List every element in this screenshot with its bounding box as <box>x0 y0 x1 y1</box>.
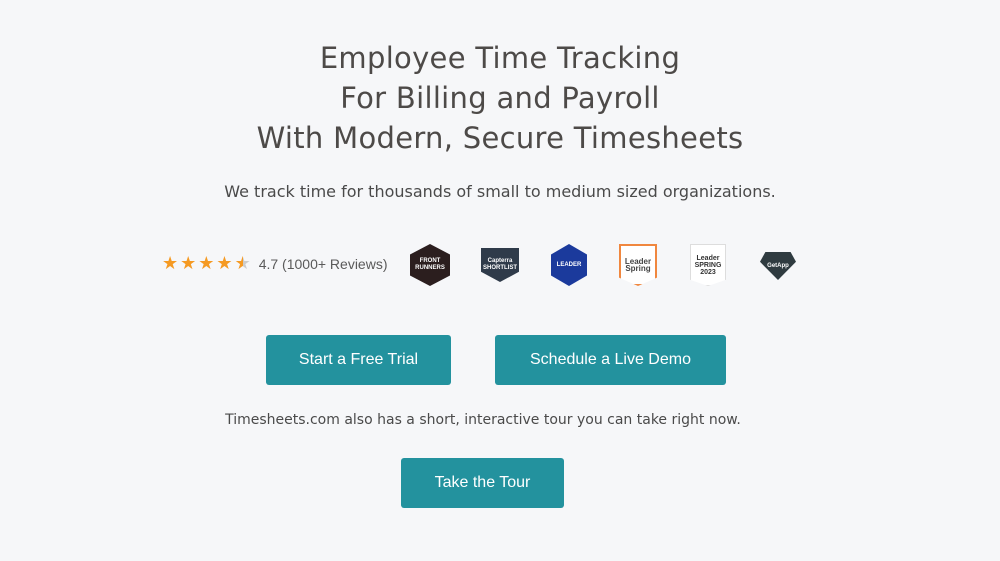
star-icon: ★ <box>198 253 215 274</box>
star-icon: ★ <box>180 253 197 274</box>
schedule-live-demo-button[interactable]: Schedule a Live Demo <box>495 335 726 385</box>
title-line: For Billing and Payroll <box>340 81 660 115</box>
star-icon: ★ <box>216 253 233 274</box>
title-line: Employee Time Tracking <box>319 41 681 75</box>
page-title: Employee Time Tracking For Billing and P… <box>0 38 1000 158</box>
half-star-icon: ★ <box>234 253 251 274</box>
take-tour-button[interactable]: Take the Tour <box>401 458 564 508</box>
rating: ★ ★ ★ ★ ★ 4.7 (1000+ Reviews) <box>162 255 388 273</box>
front-runners-badge-icon: FRONT RUNNERS <box>410 244 450 286</box>
leader-badge-icon: LEADER <box>551 244 587 286</box>
start-free-trial-button[interactable]: Start a Free Trial <box>266 335 451 385</box>
title-line: With Modern, Secure Timesheets <box>256 121 744 155</box>
getapp-badge-icon: GetApp <box>760 252 796 280</box>
rating-text: 4.7 (1000+ Reviews) <box>258 256 388 272</box>
g2-badge-icon: Leader SPRING 2023 <box>690 244 726 286</box>
star-icon: ★ <box>162 253 179 274</box>
tour-note: Timesheets.com also has a short, interac… <box>225 412 741 428</box>
capterra-badge-icon: Capterra SHORTLIST <box>481 248 519 282</box>
sourceforge-badge-icon: Leader Spring <box>619 244 657 286</box>
subtitle: We track time for thousands of small to … <box>224 182 776 201</box>
